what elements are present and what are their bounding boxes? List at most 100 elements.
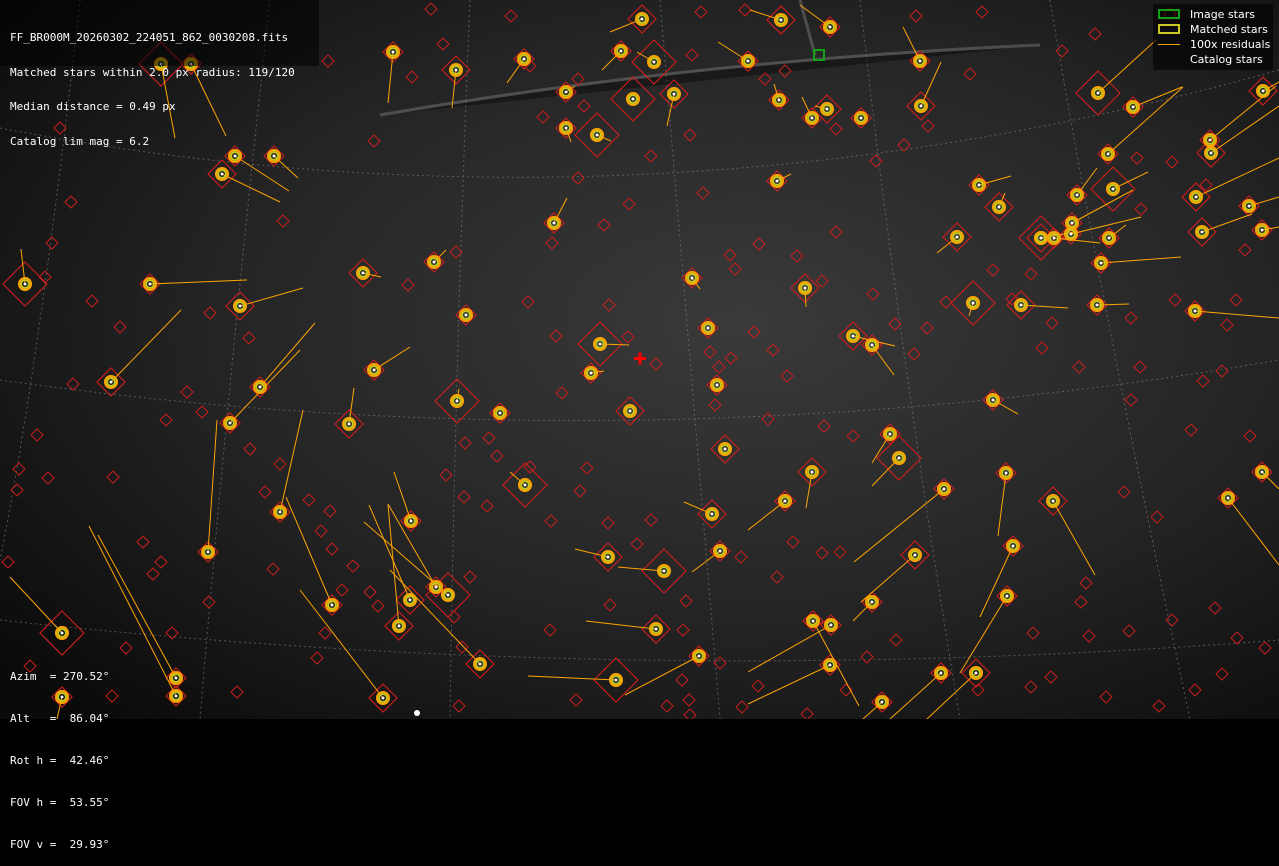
star-dot [523,483,527,487]
star-dot [381,696,385,700]
star-dot [397,624,401,628]
star-dot [1070,221,1074,225]
star-dot [589,371,593,375]
star-dot [706,326,710,330]
star-dot [206,550,210,554]
median-distance-text: Median distance = 0.49 px [10,100,176,113]
star-dot [1261,89,1265,93]
filename-text: FF_BR000M_20260302_224051_862_0030208.fi… [10,31,289,44]
star-dot [640,17,644,21]
star-dot [1226,496,1230,500]
star-dot [347,422,351,426]
star-dot [919,104,923,108]
star-dot [971,301,975,305]
star-dot [278,510,282,514]
star-dot [238,304,242,308]
legend-green-box-icon [1158,9,1180,19]
legend-orange-line-icon [1158,38,1180,50]
star-dot [997,205,1001,209]
legend-label: Catalog stars [1190,52,1263,66]
catalog-limmag-text: Catalog lim mag = 6.2 [10,134,150,148]
star-dot [942,487,946,491]
star-dot [1106,152,1110,156]
star-dot [598,342,602,346]
star-dot [455,399,459,403]
star-dot [974,671,978,675]
star-dot [391,50,395,54]
star-dot [478,662,482,666]
star-dot [828,663,832,667]
star-dot [628,409,632,413]
azim-text: Azim = 270.52° [10,670,110,683]
legend-catalog-stars: Catalog stars [1158,52,1263,66]
matched-stars-text: Matched stars within 2.0 px radius: 119/… [10,65,295,79]
star-dot [552,221,556,225]
legend-yellow-box-icon [1158,24,1180,34]
star-dot [1200,230,1204,234]
star-dot [662,569,666,573]
star-dot [918,59,922,63]
star-dot [1208,138,1212,142]
star-dot [1193,309,1197,313]
star-dot [361,271,365,275]
star-dot [690,276,694,280]
star-dot [454,68,458,72]
star-dot [1260,228,1264,232]
star-dot [1209,151,1213,155]
star-dot [870,600,874,604]
star-dot [1039,236,1043,240]
star-dot [1131,105,1135,109]
star-dot [779,18,783,22]
fov-v-text: FOV v = 29.93° [10,838,110,851]
star-dot [897,456,901,460]
star-dot [977,183,981,187]
star-dot [1069,232,1073,236]
pointing-panel: Azim = 270.52° Alt = 86.04° Rot h = 42.4… [10,642,109,866]
star-dot [1096,91,1100,95]
star-dot [723,447,727,451]
star-dot [851,334,855,338]
star-dot [672,92,676,96]
star-dot [880,700,884,704]
star-dot [955,235,959,239]
star-dot [913,553,917,557]
star-dot [631,97,635,101]
star-dot [228,421,232,425]
star-dot [991,398,995,402]
star-dot [1052,236,1056,240]
star-dot [1095,303,1099,307]
star-dot [775,179,779,183]
star-dot [330,603,334,607]
star-dot [109,380,113,384]
star-dot [811,619,815,623]
star-dot [432,260,436,264]
star-dot [803,286,807,290]
star-dot [464,313,468,317]
star-dot [1075,193,1079,197]
fov-h-text: FOV h = 53.55° [10,796,110,809]
star-dot [1107,236,1111,240]
star-dot [829,623,833,627]
star-dot [1004,471,1008,475]
star-dot [614,678,618,682]
star-dot [654,627,658,631]
alt-text: Alt = 86.04° [10,712,110,725]
bright-star [414,710,420,716]
star-dot [710,512,714,516]
star-dot [498,411,502,415]
star-dot [1011,544,1015,548]
star-dot [859,116,863,120]
star-dot [810,470,814,474]
star-dot [1005,594,1009,598]
star-dot [522,57,526,61]
star-dot [888,432,892,436]
star-dot [446,593,450,597]
star-dot [1194,195,1198,199]
star-dot [939,671,943,675]
star-dot [606,555,610,559]
star-dot [434,585,438,589]
star-dot [718,549,722,553]
star-dot [409,519,413,523]
star-dot [746,59,750,63]
star-dot [1051,499,1055,503]
